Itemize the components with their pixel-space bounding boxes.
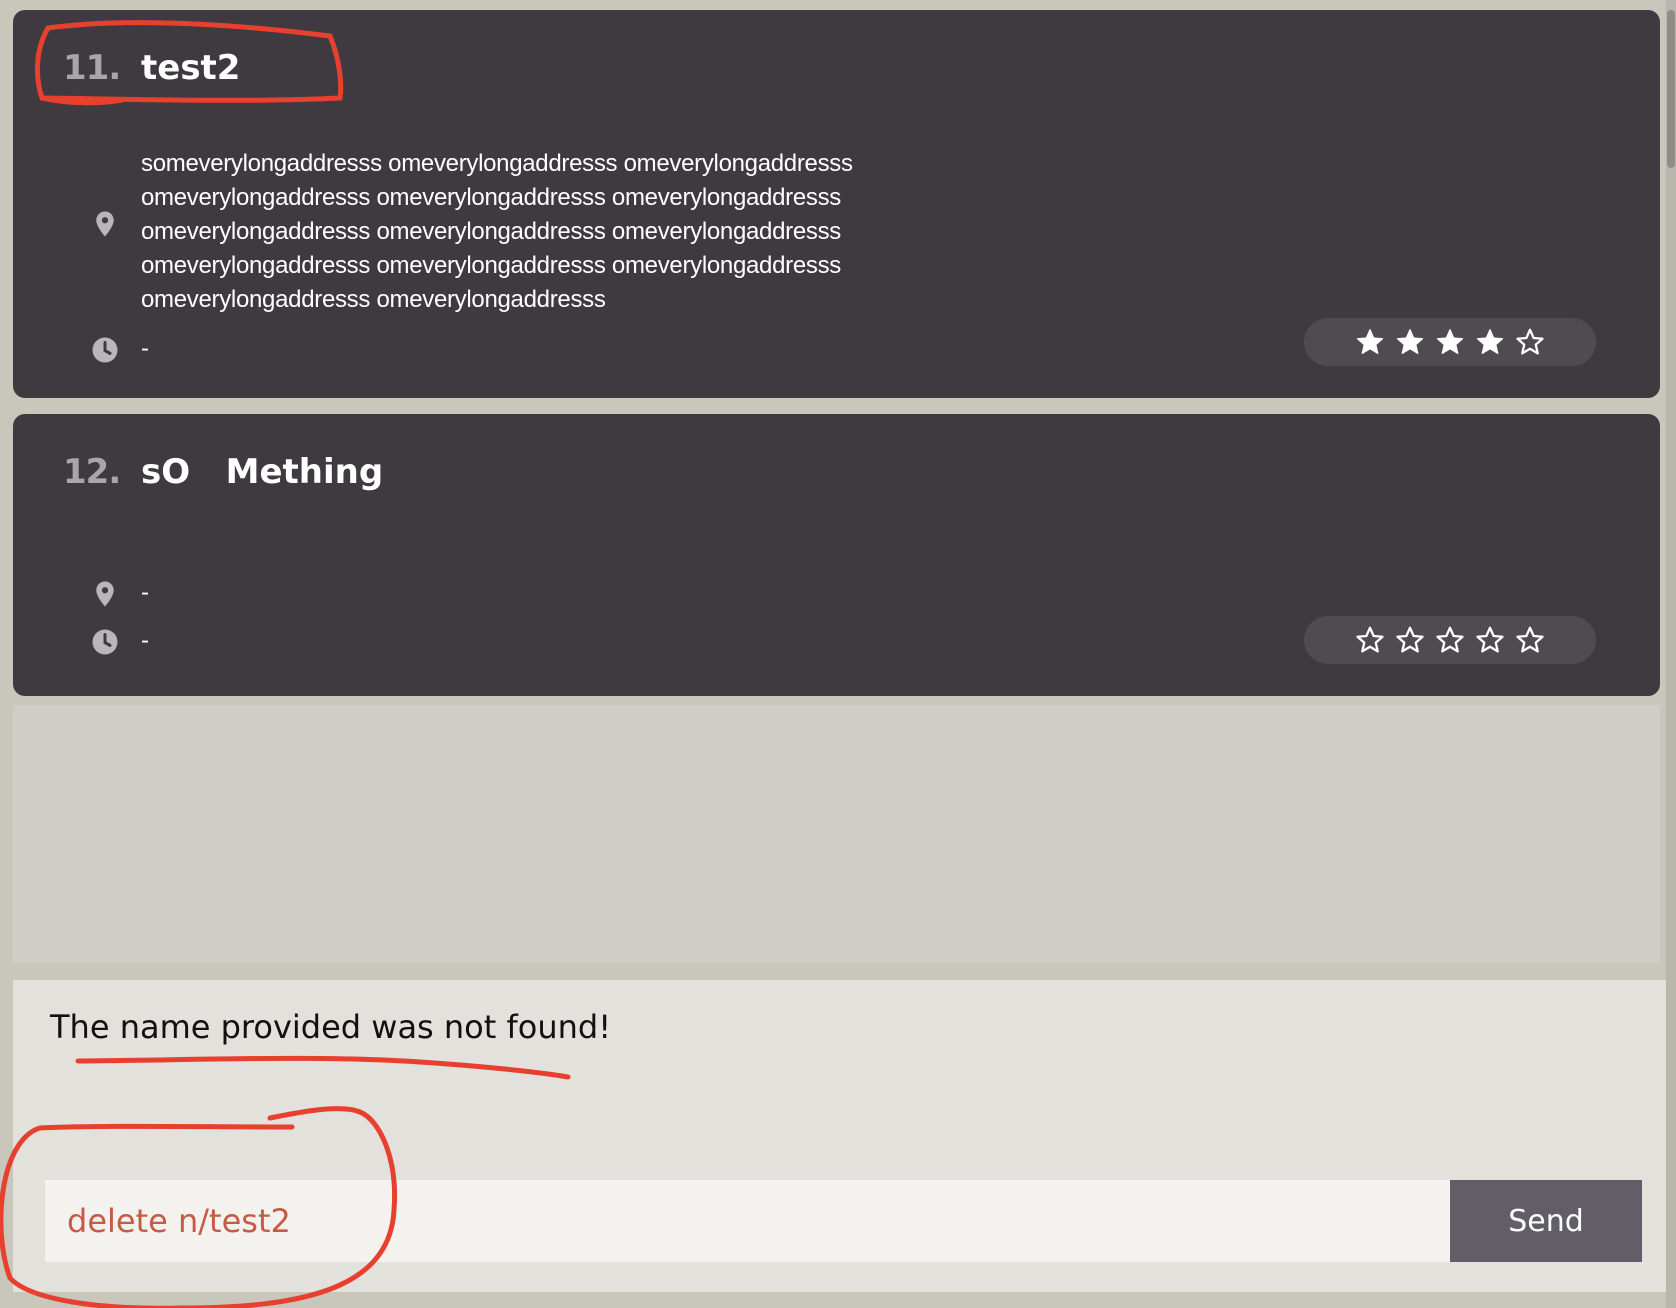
star-filled-icon — [1356, 329, 1384, 354]
result-display: The name provided was not found! Send — [13, 980, 1676, 1292]
scrollbar-thumb[interactable] — [1667, 10, 1675, 168]
rating-bar — [1304, 616, 1596, 664]
scrollbar-track[interactable] — [1666, 0, 1676, 1308]
result-message: The name provided was not found! — [50, 1008, 612, 1046]
card-index: 12. — [63, 452, 121, 492]
star-outline-icon — [1356, 626, 1384, 653]
list-empty-area — [13, 705, 1660, 963]
star-filled-icon — [1436, 329, 1464, 354]
star-outline-icon — [1476, 626, 1504, 653]
map-pin-icon — [96, 581, 114, 607]
card-name: test2 — [141, 48, 241, 88]
clock-icon — [92, 337, 118, 363]
star-outline-icon — [1396, 626, 1424, 653]
send-button[interactable]: Send — [1450, 1180, 1642, 1262]
card-index: 11. — [63, 48, 121, 88]
card-name: sO Mething — [141, 452, 384, 492]
time-text: - — [141, 335, 149, 362]
restaurant-card[interactable]: 12. sO Mething - - — [13, 414, 1660, 696]
time-text: - — [141, 627, 149, 654]
star-filled-icon — [1396, 329, 1424, 354]
command-input[interactable] — [45, 1180, 1450, 1262]
star-outline-icon — [1516, 328, 1544, 355]
address-text: someverylongaddresss omeverylongaddresss… — [141, 150, 853, 313]
star-filled-icon — [1476, 329, 1504, 354]
map-pin-icon — [96, 211, 114, 237]
address-text: - — [141, 579, 149, 606]
rating-bar — [1304, 318, 1596, 366]
star-outline-icon — [1516, 626, 1544, 653]
command-box[interactable] — [45, 1180, 1450, 1262]
clock-icon — [92, 629, 118, 655]
star-outline-icon — [1436, 626, 1464, 653]
restaurant-card[interactable]: 11. test2 someverylongaddresss omeverylo… — [13, 10, 1660, 398]
